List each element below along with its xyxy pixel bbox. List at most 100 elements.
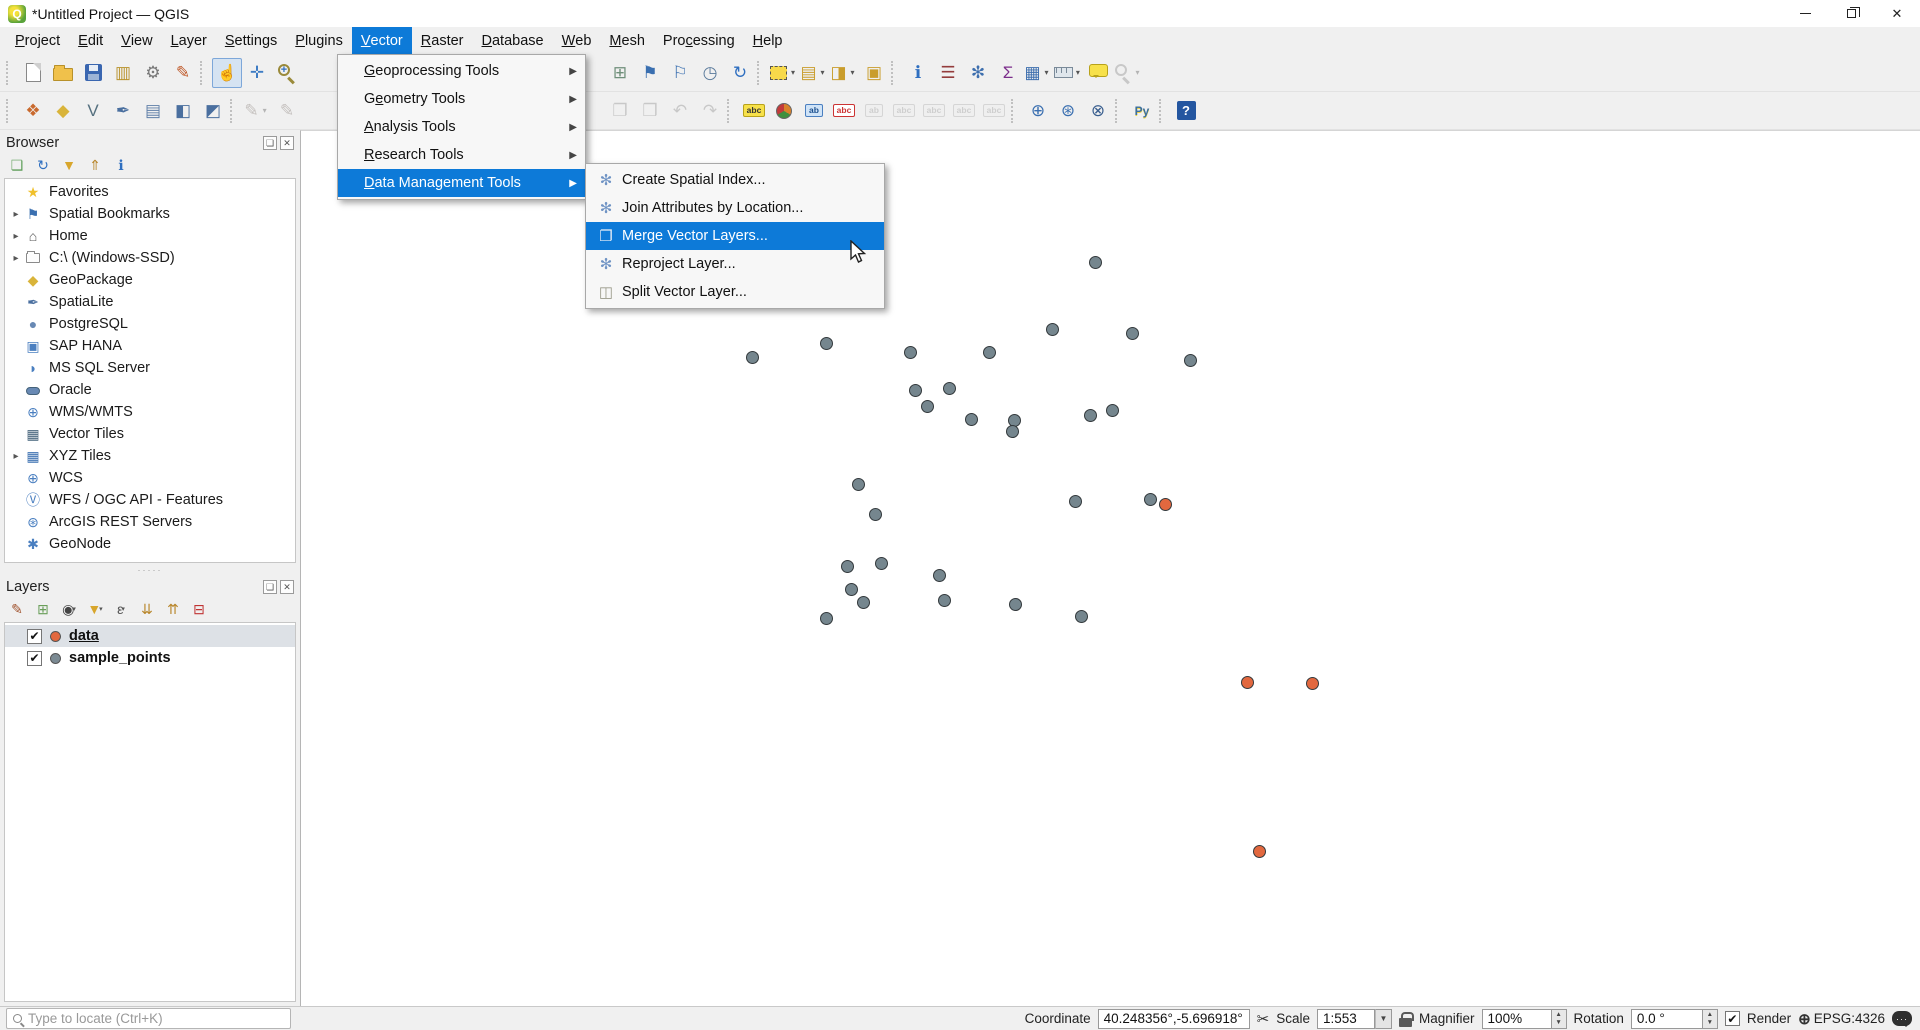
pan-to-selection-button[interactable]: ✛ xyxy=(242,58,272,88)
lock-scale-icon[interactable] xyxy=(1399,1018,1412,1027)
magnifier-spinner[interactable]: ▲▼ xyxy=(1552,1009,1567,1029)
browser-close-button[interactable]: ✕ xyxy=(280,136,294,150)
expander-icon[interactable]: ▸ xyxy=(9,253,23,264)
browser-item-spatialite[interactable]: ✒SpatiaLite xyxy=(5,291,295,313)
style-manager-button[interactable]: ✎ xyxy=(168,58,198,88)
panel-splitter[interactable]: ····· xyxy=(0,567,300,574)
browser-item-xyz-tiles[interactable]: ▸▦XYZ Tiles xyxy=(5,445,295,467)
select-features-button[interactable]: ▾ xyxy=(769,58,799,88)
current-edits-button-dropdown-arrow[interactable]: ▾ xyxy=(260,106,270,115)
menu-processing[interactable]: Processing xyxy=(654,27,744,54)
layer-visibility-checkbox[interactable]: ✔ xyxy=(27,629,42,644)
new-project-button[interactable] xyxy=(18,58,48,88)
browser-item-favorites[interactable]: ★Favorites xyxy=(5,181,295,203)
paste-features-button[interactable]: ❒ xyxy=(635,96,665,126)
toolbar-grip[interactable] xyxy=(6,99,14,123)
menu-web[interactable]: Web xyxy=(553,27,601,54)
crs-status-button[interactable]: EPSG:4326 xyxy=(1814,1011,1885,1026)
extents-toggle-icon[interactable]: ✂ xyxy=(1257,1010,1270,1028)
browser-item-oracle[interactable]: Oracle xyxy=(5,379,295,401)
data-source-manager-button[interactable]: ❖ xyxy=(18,96,48,126)
attribute-table-button[interactable]: ▦▾ xyxy=(1023,58,1053,88)
menu-plugins[interactable]: Plugins xyxy=(286,27,352,54)
menu-database[interactable]: Database xyxy=(473,27,553,54)
browser-item-c-windows-ssd[interactable]: ▸C:\ (Windows-SSD) xyxy=(5,247,295,269)
layers-float-button[interactable]: ❏ xyxy=(263,580,277,594)
collapse-all-button[interactable]: ⇑ xyxy=(84,155,106,175)
browser-item-home[interactable]: ▸⌂Home xyxy=(5,225,295,247)
locate-search-input[interactable]: Type to locate (Ctrl+K) xyxy=(6,1008,291,1029)
browser-item-geopackage[interactable]: ◆GeoPackage xyxy=(5,269,295,291)
pan-map-button[interactable]: ☝ xyxy=(212,58,242,88)
toolbar-grip[interactable] xyxy=(891,61,899,85)
browser-item-vector-tiles[interactable]: ▦Vector Tiles xyxy=(5,423,295,445)
submenu-item-create-spatial-index[interactable]: ✻Create Spatial Index... xyxy=(586,166,884,194)
attribute-table-button-dropdown-arrow[interactable]: ▾ xyxy=(1042,68,1052,77)
menu-mesh[interactable]: Mesh xyxy=(600,27,653,54)
rotate-label-button[interactable]: abc xyxy=(949,96,979,126)
new-mesh-layer-button[interactable]: ◩ xyxy=(198,96,228,126)
scale-select[interactable]: 1:553 ▼ xyxy=(1317,1009,1392,1029)
measure-button-dropdown-arrow[interactable]: ▾ xyxy=(1074,68,1082,77)
new-spatialite-layer-button[interactable]: ✒ xyxy=(108,96,138,126)
show-spatial-bookmarks-button[interactable]: ⚐ xyxy=(665,58,695,88)
zoom-last-button[interactable]: ▾ xyxy=(1113,58,1143,88)
map-tips-button[interactable] xyxy=(1083,58,1113,88)
add-group-button[interactable]: ⊞ xyxy=(32,599,54,619)
layer-row-sample_points[interactable]: ✔sample_points xyxy=(5,647,295,669)
new-geopackage-button[interactable]: ◆ xyxy=(48,96,78,126)
open-project-button[interactable] xyxy=(48,58,78,88)
redo-button[interactable]: ↷ xyxy=(695,96,725,126)
globe-binoculars-button[interactable]: ⊗ xyxy=(1083,96,1113,126)
properties-widget-button[interactable]: ℹ xyxy=(110,155,132,175)
menu-help[interactable]: Help xyxy=(744,27,792,54)
render-checkbox[interactable]: ✔ xyxy=(1725,1011,1740,1026)
pin-labels-button[interactable]: ab xyxy=(799,96,829,126)
zoom-in-button[interactable]: + xyxy=(272,58,302,88)
menu-view[interactable]: View xyxy=(112,27,161,54)
menu-vector[interactable]: Vector xyxy=(352,27,412,54)
close-button[interactable]: ✕ xyxy=(1874,0,1920,27)
temporal-controller-button[interactable]: ◷ xyxy=(695,58,725,88)
coordinate-input[interactable]: 40.248356°,-5.696918° xyxy=(1098,1009,1250,1029)
expander-icon[interactable]: ▸ xyxy=(9,231,23,242)
current-edits-button[interactable]: ✎▾ xyxy=(242,96,272,126)
layer-labeling-button[interactable]: abc xyxy=(739,96,769,126)
save-project-button[interactable] xyxy=(78,58,108,88)
toolbar-grip[interactable] xyxy=(757,61,765,85)
new-map-view-button[interactable]: ⊞ xyxy=(605,58,635,88)
show-layout-manager-button[interactable]: ⚙ xyxy=(138,58,168,88)
menu-raster[interactable]: Raster xyxy=(412,27,473,54)
toolbar-grip[interactable] xyxy=(727,99,735,123)
menu-item-data-management-tools[interactable]: Data Management Tools▶ xyxy=(338,169,585,197)
toolbar-grip[interactable] xyxy=(200,61,208,85)
change-label-button[interactable]: abc xyxy=(979,96,1009,126)
show-unplaced-labels-button[interactable]: abc xyxy=(889,96,919,126)
deselect-all-button[interactable]: ◨▾ xyxy=(829,58,859,88)
browser-item-spatial-bookmarks[interactable]: ▸⚑Spatial Bookmarks xyxy=(5,203,295,225)
rotation-spinbox[interactable]: 0.0 ° ▲▼ xyxy=(1631,1009,1718,1029)
browser-item-geonode[interactable]: ✱GeoNode xyxy=(5,533,295,555)
measure-button[interactable]: ▾ xyxy=(1053,58,1083,88)
remove-layer-button[interactable]: ⊟ xyxy=(188,599,210,619)
submenu-item-merge-vector-layers[interactable]: ❐Merge Vector Layers... xyxy=(586,222,884,250)
field-calculator-button[interactable]: ☰ xyxy=(933,58,963,88)
refresh-browser-button[interactable]: ↻ xyxy=(32,155,54,175)
new-print-layout-button[interactable]: ▥ xyxy=(108,58,138,88)
submenu-item-join-attributes-by-location[interactable]: ✻Join Attributes by Location... xyxy=(586,194,884,222)
expander-icon[interactable]: ▸ xyxy=(9,451,23,462)
log-messages-button[interactable]: ··· xyxy=(1892,1011,1912,1026)
show-pinned-labels-button[interactable]: ab xyxy=(859,96,889,126)
manage-visibility-button[interactable]: ◉▾ xyxy=(58,599,80,619)
refresh-map-button[interactable]: ↻ xyxy=(725,58,755,88)
submenu-item-split-vector-layer[interactable]: ◫Split Vector Layer... xyxy=(586,278,884,306)
new-spatial-bookmark-button[interactable]: ⚑ xyxy=(635,58,665,88)
menu-layer[interactable]: Layer xyxy=(162,27,216,54)
browser-item-sap-hana[interactable]: ▣SAP HANA xyxy=(5,335,295,357)
toolbar-grip[interactable] xyxy=(1159,99,1167,123)
statistical-summary-button[interactable]: Σ xyxy=(993,58,1023,88)
browser-item-ms-sql-server[interactable]: ◗MS SQL Server xyxy=(5,357,295,379)
menu-item-analysis-tools[interactable]: Analysis Tools▶ xyxy=(338,113,585,141)
magnifier-spinbox[interactable]: 100% ▲▼ xyxy=(1482,1009,1567,1029)
new-virtual-layer-button[interactable]: ◧ xyxy=(168,96,198,126)
